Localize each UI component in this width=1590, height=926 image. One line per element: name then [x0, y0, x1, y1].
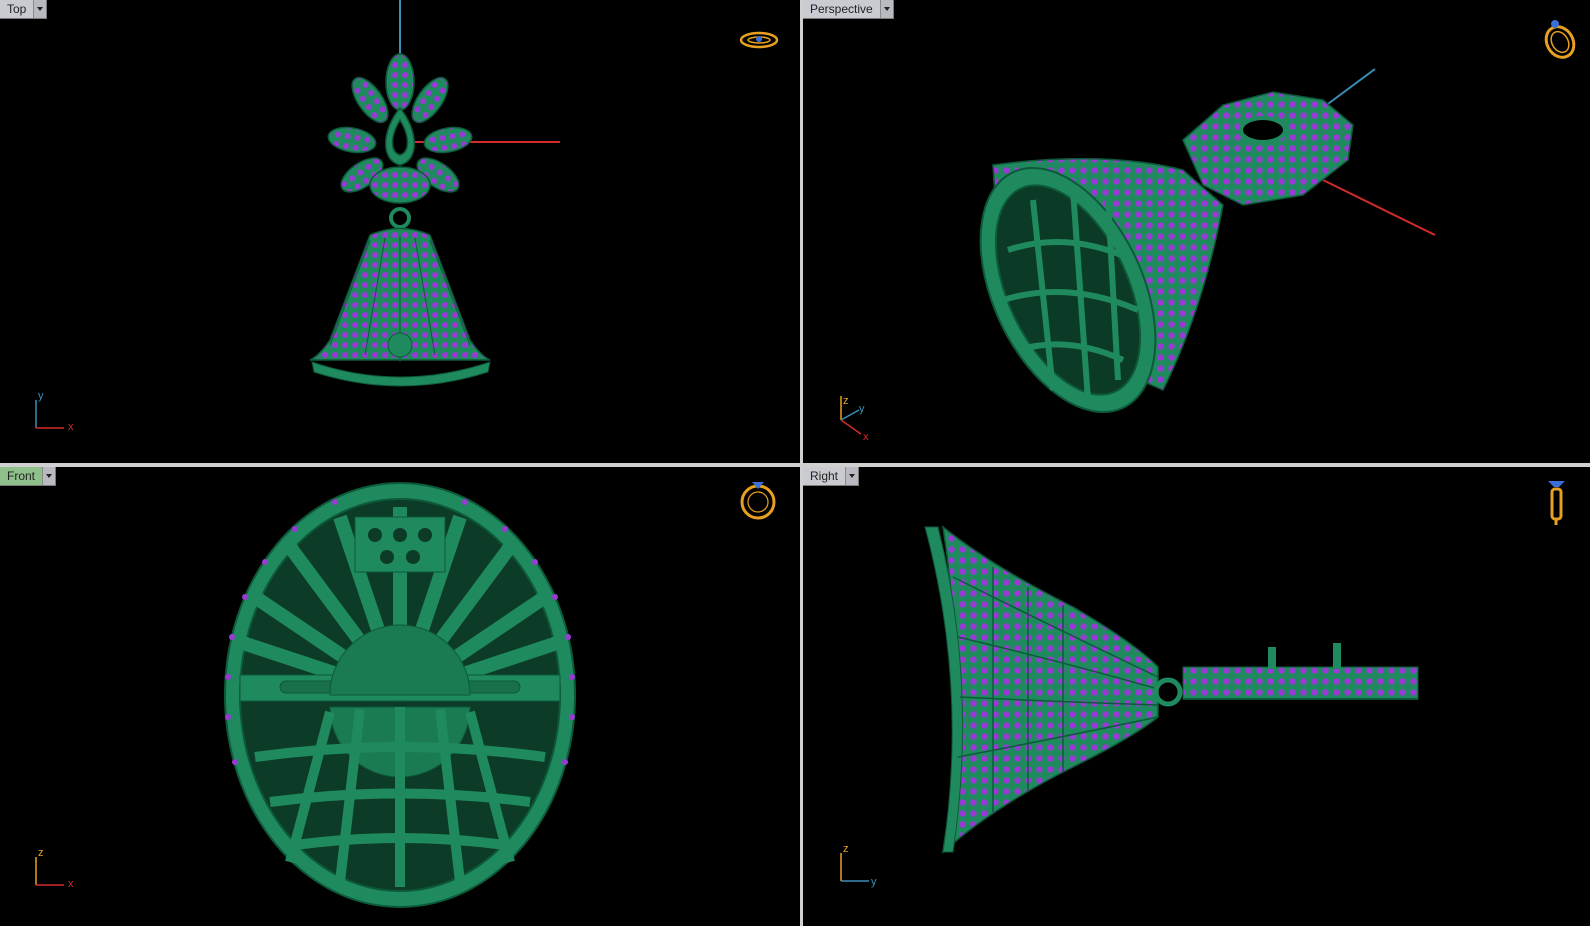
bell-body [309, 227, 491, 387]
flower-motif [1182, 91, 1354, 206]
axis-label-v: y [38, 390, 44, 402]
flower-motif [327, 53, 473, 204]
axis-label-h: x [68, 421, 74, 433]
flower-side [1182, 643, 1419, 700]
axis-triad: z x [35, 847, 74, 890]
axis-label-v: z [843, 395, 849, 407]
axis-label-d: y [859, 403, 865, 415]
viewport-grid: Top y x Perspective z y x Front z x Righ… [0, 0, 1590, 926]
viewport-front[interactable]: Front z x [0, 467, 800, 926]
axis-triad: z y [840, 843, 877, 888]
axis-triad: z y x [840, 395, 869, 443]
top-view-model: y x [35, 0, 779, 433]
axis-label-h: y [871, 876, 877, 888]
axis-label-v: z [38, 847, 44, 859]
front-view-model: z x [35, 482, 776, 908]
ring-perspective-icon[interactable] [1541, 20, 1580, 62]
viewport-top[interactable]: Top y x [0, 0, 800, 463]
bell-opening [224, 482, 576, 908]
axis-triad: y x [35, 390, 74, 433]
axis-label-h: x [863, 431, 869, 443]
perspective-view-model: z y x [840, 20, 1580, 443]
ring-front-view-icon[interactable] [740, 482, 776, 520]
bell-side [924, 525, 1183, 854]
ring-side-view-icon[interactable] [1548, 481, 1565, 525]
x-axis-line [1322, 179, 1436, 236]
viewport-perspective[interactable]: Perspective z y x [803, 0, 1590, 463]
bell-body [979, 157, 1224, 414]
ring-top-view-icon[interactable] [739, 31, 779, 49]
axis-label-v: z [843, 843, 849, 855]
right-view-model: z y [840, 481, 1565, 888]
bail-ring [389, 207, 411, 229]
axis-label-h: x [68, 878, 74, 890]
viewport-right[interactable]: Right z y [803, 467, 1590, 926]
